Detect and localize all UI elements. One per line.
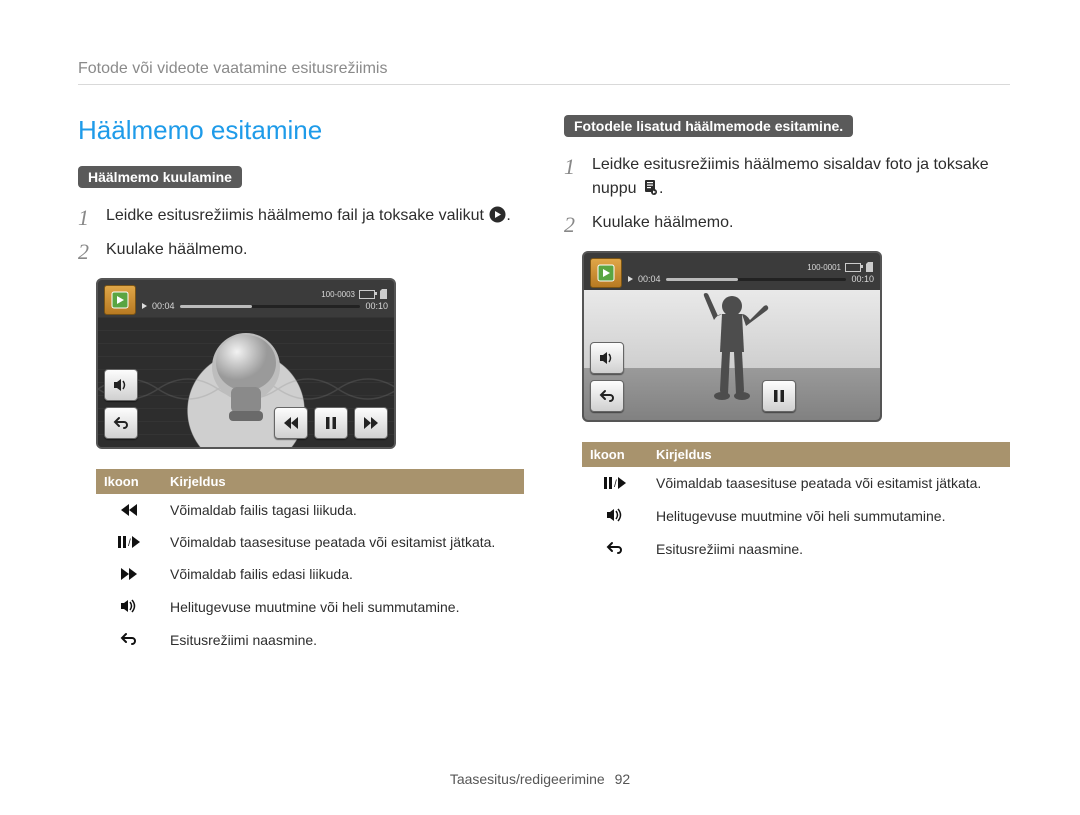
left-step-2: Kuulake häälmemo. [78,238,524,262]
rewind-icon [118,501,140,519]
row-desc: Võimaldab failis tagasi liikuda. [162,494,524,526]
pause-button[interactable] [314,407,348,439]
table-row: Helitugevuse muutmine või heli summutami… [582,499,1010,532]
thumbnail-icon [104,285,136,315]
left-th-desc: Kirjeldus [162,469,524,494]
pause-play-icon: / [118,533,140,551]
row-desc: Võimaldab taasesituse peatada või esitam… [648,467,1010,499]
battery-icon [359,290,375,299]
svg-text:/: / [128,538,131,548]
row-desc: Helitugevuse muutmine või heli summutami… [648,499,1010,532]
left-icon-table: Ikoon Kirjeldus Võimaldab failis tagasi … [96,469,524,656]
elapsed-time: 00:04 [638,274,661,284]
sd-card-icon [379,289,388,299]
back-icon [604,539,626,557]
footer-text: Taasesitus/redigeerimine [450,771,605,787]
elapsed-time: 00:04 [152,301,175,311]
table-row: Võimaldab failis tagasi liikuda. [96,494,524,526]
fast-forward-icon [118,565,140,583]
left-steps: Leidke esitusrežiimis häälmemo fail ja t… [78,204,524,262]
pause-button[interactable] [762,380,796,412]
table-row: Esitusrežiimi naasmine. [582,532,1010,565]
volume-icon [118,597,140,615]
right-th-desc: Kirjeldus [648,442,1010,467]
right-subsection-pill: Fotodele lisatud häälmemode esitamine. [564,115,853,137]
audio-memo-player: 100-0003 00:04 00:10 [96,278,396,449]
table-row: / Võimaldab taasesituse peatada või esit… [96,526,524,558]
breadcrumb: Fotode või videote vaatamine esitusrežii… [78,60,1010,85]
right-icon-table: Ikoon Kirjeldus / Võimaldab taasesituse … [582,442,1010,565]
table-row: Helitugevuse muutmine või heli summutami… [96,590,524,623]
right-column: Fotodele lisatud häälmemode esitamine. L… [564,115,1010,656]
total-time: 00:10 [851,274,874,284]
table-row: / Võimaldab taasesituse peatada või esit… [582,467,1010,499]
thumbnail-icon [590,258,622,288]
left-step-1-text: Leidke esitusrežiimis häälmemo fail ja t… [106,207,488,224]
right-step-2: Kuulake häälmemo. [564,211,1010,235]
row-desc: Võimaldab failis edasi liikuda. [162,558,524,590]
volume-icon [604,506,626,524]
photo-memo-player: 100-0001 00:04 00:10 [582,251,882,422]
back-button[interactable] [590,380,624,412]
fast-forward-button[interactable] [354,407,388,439]
row-desc: Võimaldab taasesituse peatada või esitam… [162,526,524,558]
file-id: 100-0003 [321,290,355,299]
section-title: Häälmemo esitamine [78,115,524,146]
total-time: 00:10 [365,301,388,311]
sd-card-icon [865,262,874,272]
left-th-icon: Ikoon [96,469,162,494]
right-th-icon: Ikoon [582,442,648,467]
progress-bar[interactable] [180,305,361,308]
back-button[interactable] [104,407,138,439]
battery-icon [845,263,861,272]
back-icon [118,630,140,648]
page-footer: Taasesitus/redigeerimine 92 [0,771,1080,787]
left-step-1: Leidke esitusrežiimis häälmemo fail ja t… [78,204,524,228]
row-desc: Esitusrežiimi naasmine. [162,623,524,656]
play-circle-icon [488,206,506,224]
svg-text:/: / [614,479,617,489]
pause-play-icon: / [604,474,626,492]
left-column: Häälmemo esitamine Häälmemo kuulamine Le… [78,115,524,656]
memo-tag-icon [641,179,659,197]
play-indicator-icon [142,303,147,309]
play-indicator-icon [628,276,633,282]
table-row: Esitusrežiimi naasmine. [96,623,524,656]
progress-bar[interactable] [666,278,847,281]
row-desc: Helitugevuse muutmine või heli summutami… [162,590,524,623]
table-row: Võimaldab failis edasi liikuda. [96,558,524,590]
volume-button[interactable] [590,342,624,374]
right-steps: Leidke esitusrežiimis häälmemo sisaldav … [564,153,1010,235]
rewind-button[interactable] [274,407,308,439]
row-desc: Esitusrežiimi naasmine. [648,532,1010,565]
page-number: 92 [615,771,631,787]
left-subsection-pill: Häälmemo kuulamine [78,166,242,188]
right-step-1: Leidke esitusrežiimis häälmemo sisaldav … [564,153,1010,201]
file-id: 100-0001 [807,263,841,272]
volume-button[interactable] [104,369,138,401]
